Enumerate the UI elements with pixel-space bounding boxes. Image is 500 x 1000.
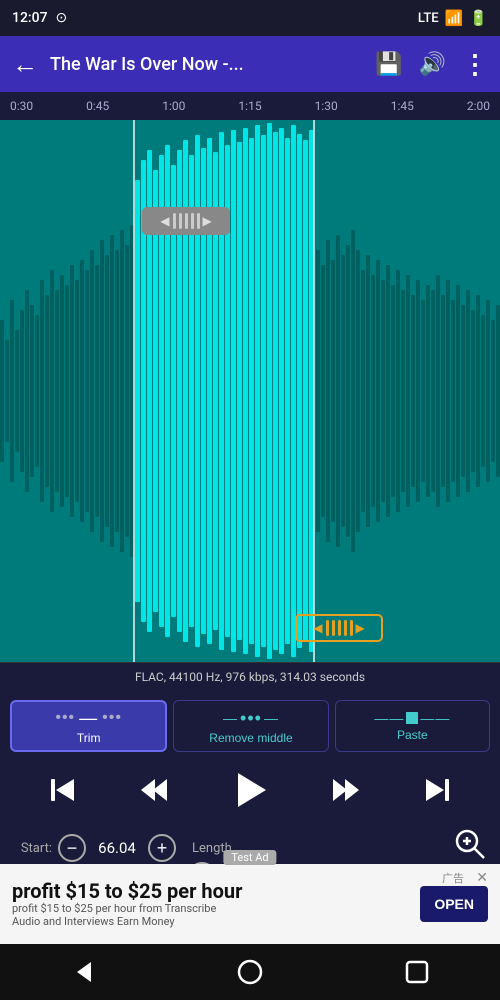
rewind-button[interactable]: [137, 774, 169, 806]
save-button[interactable]: 💾: [375, 51, 402, 77]
app-bar-icons: 💾 🔊 ⋮: [375, 49, 488, 80]
timeline-mark-045: 0:45: [86, 99, 109, 113]
playback-row: [0, 762, 500, 822]
timeline-marks: 0:30 0:45 1:00 1:15 1:30 1:45 2:00: [10, 99, 490, 113]
fast-forward-button[interactable]: [331, 774, 363, 806]
camera-icon: ⊙: [56, 10, 68, 26]
start-value: 66.04: [92, 839, 142, 857]
battery-icon: 🔋: [469, 9, 488, 27]
skip-to-end-button[interactable]: [422, 774, 454, 806]
trim-icon: ••• — •••: [55, 708, 122, 729]
ad-headline: profit $15 to $25 per hour: [12, 880, 410, 902]
track-title: The War Is Over Now -...: [50, 54, 363, 75]
test-ad-label: Test Ad: [223, 850, 276, 865]
skip-to-end-icon: [422, 774, 454, 806]
start-param-line: Start: − 66.04 +: [12, 834, 176, 862]
nav-recents-button[interactable]: [387, 952, 447, 992]
wave-bg: [0, 120, 500, 662]
status-left: 12:07 ⊙: [12, 10, 67, 26]
nav-recents-icon: [403, 958, 431, 986]
remove-middle-icon: — ••• —: [223, 708, 279, 729]
start-label: Start:: [12, 841, 52, 856]
more-button[interactable]: ⋮: [462, 49, 488, 80]
nav-back-button[interactable]: [53, 952, 113, 992]
waveform-svg: [0, 120, 500, 662]
app-bar: ← The War Is Over Now -... 💾 🔊 ⋮: [0, 36, 500, 92]
status-time: 12:07: [12, 10, 48, 26]
ad-sub: profit $15 to $25 per hour from Transcri…: [12, 902, 410, 928]
skip-to-start-icon: [46, 774, 78, 806]
zoom-in-button[interactable]: [452, 826, 488, 862]
ad-text-block: profit $15 to $25 per hour profit $15 to…: [12, 880, 410, 928]
ad-close-button[interactable]: ✕: [476, 870, 488, 886]
start-minus-button[interactable]: −: [58, 834, 86, 862]
right-arrow-icon-bottom: ▶: [353, 621, 368, 635]
signal-icon: 📶: [445, 9, 464, 27]
selection-start-handle[interactable]: ◀ ▶: [142, 207, 230, 235]
nav-home-button[interactable]: [220, 952, 280, 992]
drag-lines-bottom: [326, 620, 353, 636]
timeline-mark-030: 0:30: [10, 99, 33, 113]
ad-open-button[interactable]: OPEN: [420, 886, 488, 922]
status-bar: 12:07 ⊙ LTE 📶 🔋: [0, 0, 500, 36]
nav-back-icon: [69, 958, 97, 986]
timeline: 0:30 0:45 1:00 1:15 1:30 1:45 2:00: [0, 92, 500, 120]
skip-to-start-button[interactable]: [46, 774, 78, 806]
file-info-text: FLAC, 44100 Hz, 976 kbps, 314.03 seconds: [135, 670, 365, 684]
left-arrow-icon: ◀: [157, 214, 172, 228]
nav-home-icon: [236, 958, 264, 986]
timeline-mark-115: 1:15: [238, 99, 261, 113]
ad-tag: 广告: [442, 870, 464, 886]
lte-icon: LTE: [418, 11, 439, 26]
left-arrow-icon-bottom: ◀: [310, 621, 325, 635]
remove-middle-button[interactable]: — ••• — Remove middle: [173, 700, 328, 752]
timeline-mark-200: 2:00: [467, 99, 490, 113]
timeline-mark-145: 1:45: [391, 99, 414, 113]
paste-button[interactable]: —— —— Paste: [335, 700, 490, 752]
selection-end-handle[interactable]: ◀ ▶: [295, 614, 383, 642]
edit-buttons-row: ••• — ••• Trim — ••• — Remove middle —— …: [0, 700, 500, 762]
paste-icon: —— ——: [374, 710, 450, 726]
fast-forward-icon: [331, 774, 363, 806]
file-info-bar: FLAC, 44100 Hz, 976 kbps, 314.03 seconds: [0, 662, 500, 690]
back-button[interactable]: ←: [12, 49, 38, 80]
zoom-in-icon: [452, 826, 488, 862]
drag-lines: [173, 213, 200, 229]
status-right: LTE 📶 🔋: [418, 9, 488, 27]
waveform-container[interactable]: 0:30 0:45 1:00 1:15 1:30 1:45 2:00: [0, 92, 500, 662]
timeline-mark-100: 1:00: [162, 99, 185, 113]
trim-button[interactable]: ••• — ••• Trim: [10, 700, 167, 752]
timeline-mark-130: 1:30: [315, 99, 338, 113]
play-icon: [228, 768, 272, 812]
right-arrow-icon: ▶: [200, 214, 215, 228]
ad-banner: Test Ad profit $15 to $25 per hour profi…: [0, 864, 500, 944]
rewind-icon: [137, 774, 169, 806]
play-button[interactable]: [228, 768, 272, 812]
start-plus-button[interactable]: +: [148, 834, 176, 862]
nav-bar: [0, 944, 500, 1000]
volume-button[interactable]: 🔊: [419, 51, 446, 77]
